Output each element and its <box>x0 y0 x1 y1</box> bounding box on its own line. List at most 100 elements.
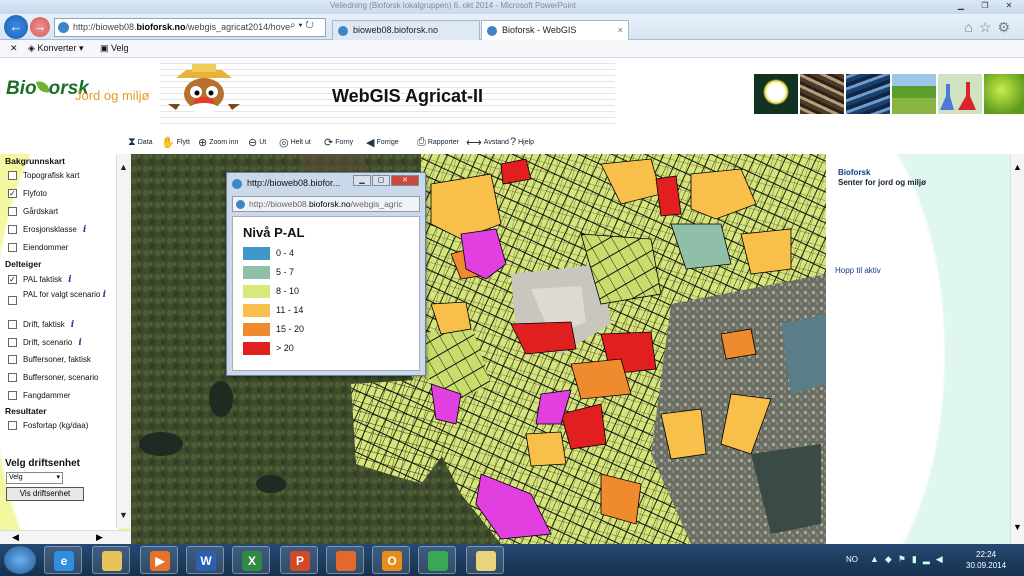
scroll-left-icon[interactable]: ◀ <box>12 532 19 543</box>
driftsenhet-select[interactable]: Velg ▾ <box>6 472 63 484</box>
taskbar-app-powerpoint[interactable]: P <box>280 546 318 574</box>
checkbox[interactable] <box>8 225 17 234</box>
tool-rapporter[interactable]: ⎙ Rapporter <box>417 136 459 149</box>
page-scrollbar[interactable]: ▲ ▼ <box>1010 154 1024 544</box>
checkbox[interactable] <box>8 338 17 347</box>
refresh-icon[interactable]: ↻ <box>305 20 313 31</box>
battery-icon[interactable]: ▮ <box>912 554 923 564</box>
tool-hjelp[interactable]: ? Hjelp <box>510 136 534 148</box>
home-icon[interactable]: ⌂ <box>964 19 978 35</box>
taskbar-app-firefox[interactable] <box>326 546 364 574</box>
tool-ut[interactable]: ⊖ Ut <box>248 136 266 149</box>
scroll-down-icon[interactable]: ▼ <box>119 510 128 520</box>
tool-forny[interactable]: ⟳ Forny <box>324 136 353 149</box>
legend-popup-window[interactable]: http://bioweb08.biofor... ▁ ▢ ✕ http://b… <box>226 172 426 376</box>
tab-close-icon[interactable]: × <box>618 21 623 40</box>
layer-pal-faktisk[interactable]: ✓ PAL faktisk i <box>8 275 72 285</box>
konverter-button[interactable]: ◈ Konverter ▾ <box>28 43 84 54</box>
taskbar-app-media-player[interactable]: ▶ <box>140 546 178 574</box>
layer-drift-faktisk[interactable]: Drift, faktisk i <box>8 320 74 330</box>
popup-maximize-icon[interactable]: ▢ <box>372 175 390 186</box>
close-x-icon[interactable]: ✕ <box>10 43 18 54</box>
volume-icon[interactable]: ◀ <box>936 554 949 564</box>
close-window-icon[interactable]: ✕ <box>998 0 1020 12</box>
tab-favicon-icon <box>487 26 497 36</box>
favorites-star-icon[interactable]: ☆ <box>979 19 998 35</box>
url-input[interactable]: http://bioweb08.bioforsk.no/webgis_agric… <box>54 18 326 37</box>
tool-flytt[interactable]: ✋ Flytt <box>161 136 190 149</box>
org-link[interactable]: Bioforsk <box>838 168 870 177</box>
vis-driftsenhet-button[interactable]: Vis driftsenhet <box>6 487 84 501</box>
tool-helt-ut[interactable]: ◎ Helt ut <box>279 136 311 149</box>
taskbar-app-internet-explorer[interactable]: e <box>44 546 82 574</box>
checkbox[interactable] <box>8 391 17 400</box>
skip-to-active-link[interactable]: Hopp til aktiv <box>835 266 881 275</box>
tray-arrow-icon[interactable]: ▲ <box>870 554 885 564</box>
clock[interactable]: 22:24 30.09.2014 <box>966 549 1006 571</box>
popup-minimize-icon[interactable]: ▁ <box>353 175 371 186</box>
network-icon[interactable]: ▂ <box>923 554 936 564</box>
forward-button[interactable]: → <box>30 17 50 37</box>
info-icon[interactable]: i <box>103 290 106 300</box>
layer-drift-scenario[interactable]: Drift, scenario i <box>8 338 82 348</box>
info-icon[interactable]: i <box>78 338 81 348</box>
taskbar-app-chrome[interactable] <box>418 546 456 574</box>
settings-gear-icon[interactable]: ⚙ <box>997 19 1016 35</box>
checkbox[interactable] <box>8 207 17 216</box>
scroll-up-icon[interactable]: ▲ <box>119 162 128 172</box>
layer-buffersoner-scenario[interactable]: Buffersoner, scenario <box>8 373 98 382</box>
info-icon[interactable]: i <box>68 275 71 285</box>
tool-zoom-inn[interactable]: ⊕ Zoom inn <box>198 136 238 149</box>
checkbox[interactable] <box>8 421 17 430</box>
search-icon[interactable]: ⌕ <box>290 20 296 31</box>
tool-forrige[interactable]: ◀ Forrige <box>366 136 399 149</box>
popup-close-icon[interactable]: ✕ <box>391 175 419 186</box>
back-button[interactable]: ← <box>4 15 28 39</box>
checkbox[interactable] <box>8 373 17 382</box>
dropdown-icon[interactable]: ▾ <box>298 20 302 31</box>
info-icon[interactable]: i <box>71 320 74 330</box>
scroll-down-icon[interactable]: ▼ <box>1013 522 1022 532</box>
taskbar-app-word[interactable]: W <box>186 546 224 574</box>
restore-icon[interactable]: ❐ <box>974 0 996 12</box>
start-button[interactable] <box>4 546 36 574</box>
legend-item: > 20 <box>243 341 294 355</box>
checkbox[interactable] <box>8 296 17 305</box>
minimize-icon[interactable]: ▁ <box>950 0 972 12</box>
legend-label: > 20 <box>276 343 294 353</box>
word-icon: W <box>196 551 216 571</box>
taskbar-app-excel[interactable]: X <box>232 546 270 574</box>
section-bakgrunnskart: Bakgrunnskart <box>5 156 65 166</box>
sidebar-scrollbar[interactable]: ▲ ▼ <box>116 154 131 528</box>
tab-bioweb08[interactable]: bioweb08.bioforsk.no <box>332 20 480 40</box>
checkbox[interactable] <box>8 320 17 329</box>
checkbox[interactable]: ✓ <box>8 275 17 284</box>
scroll-up-icon[interactable]: ▲ <box>1013 162 1022 172</box>
taskbar-app-folder-app[interactable] <box>466 546 504 574</box>
velg-button[interactable]: ▣ Velg <box>100 43 129 54</box>
layer-eiendommer[interactable]: Eiendommer <box>8 243 68 252</box>
sidebar-hscrollbar[interactable]: ◀ ▶ <box>0 530 131 544</box>
layer-buffersoner-faktisk[interactable]: Buffersoner, faktisk <box>8 355 91 364</box>
checkbox[interactable] <box>8 243 17 252</box>
layer-flyfoto[interactable]: ✓ Flyfoto <box>8 189 47 198</box>
taskbar-app-outlook[interactable]: O <box>372 546 410 574</box>
tray-app-icon[interactable]: ◆ <box>885 554 898 564</box>
layer-gardskart[interactable]: Gårdskart <box>8 207 58 216</box>
layer-erosjonsklasse[interactable]: Erosjonsklasse i <box>8 225 86 235</box>
layer-fangdammer[interactable]: Fangdammer <box>8 391 71 400</box>
layer-fosfortap[interactable]: Fosfortap (kg/daa) <box>8 421 88 430</box>
checkbox[interactable] <box>8 171 17 180</box>
layer-pal-scenario[interactable]: PAL for valgt scenario i <box>8 290 108 305</box>
layer-topografisk-kart[interactable]: Topografisk kart <box>8 171 79 180</box>
scroll-right-icon[interactable]: ▶ <box>96 532 103 543</box>
language-indicator[interactable]: NO <box>846 555 858 564</box>
tool-data[interactable]: ⧗ Data <box>128 136 153 149</box>
info-icon[interactable]: i <box>83 225 86 235</box>
checkbox[interactable]: ✓ <box>8 189 17 198</box>
tool-avstand[interactable]: ⟷ Avstand <box>466 136 509 149</box>
checkbox[interactable] <box>8 355 17 364</box>
tray-flag-icon[interactable]: ⚑ <box>898 554 912 564</box>
tab-webgis[interactable]: Bioforsk - WebGIS × <box>481 20 629 41</box>
taskbar-app-file-explorer[interactable] <box>92 546 130 574</box>
